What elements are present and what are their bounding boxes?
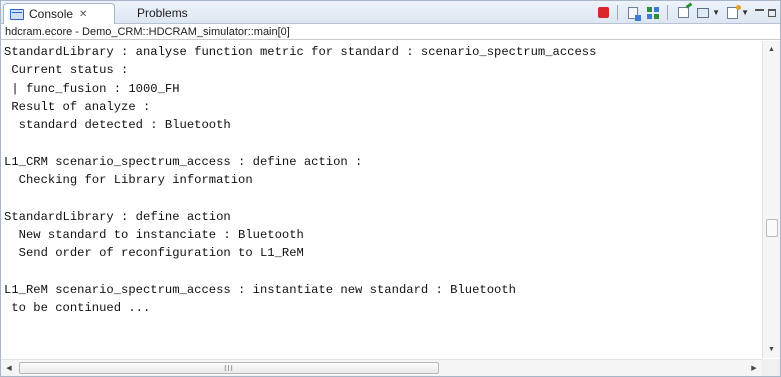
pin-console-icon (677, 7, 689, 18)
remove-all-terminated-icon (647, 6, 660, 19)
console-line: | func_fusion : 1000_FH (4, 81, 180, 96)
console-line: to be continued ... (4, 301, 151, 316)
remove-launch-icon (628, 6, 642, 21)
console-line: Result of analyze : (4, 99, 151, 114)
close-icon[interactable]: ✕ (79, 9, 87, 20)
open-console-button[interactable] (724, 4, 741, 21)
terminate-icon (597, 7, 609, 18)
console-line: Send order of reconfiguration to L1_ReM (4, 246, 304, 261)
scroll-down-arrow-icon[interactable]: ▼ (763, 341, 780, 358)
tab-problems-label: Problems (137, 6, 188, 20)
console-line: Checking for Library information (4, 173, 253, 188)
toolbar-separator (667, 5, 669, 20)
console-line: L1_CRM scenario_spectrum_access : define… (4, 154, 363, 169)
horizontal-scrollbar[interactable]: ◀ III ▶ (1, 359, 762, 376)
tab-problems[interactable]: Problems (123, 3, 201, 23)
remove-launch-button[interactable] (625, 5, 642, 21)
remove-all-terminated-button[interactable] (645, 5, 661, 21)
chevron-down-icon[interactable]: ▼ (741, 8, 749, 17)
console-line: StandardLibrary : define action (4, 209, 231, 224)
vertical-scrollbar[interactable]: ▲ ▼ (762, 41, 780, 358)
console-line: New standard to instanciate : Bluetooth (4, 227, 304, 242)
tab-console[interactable]: Console ✕ (3, 3, 115, 24)
scrollbar-corner (762, 359, 780, 376)
console-icon (10, 8, 24, 20)
console-line: L1_ReM scenario_spectrum_access : instan… (4, 282, 516, 297)
horizontal-scroll-thumb[interactable]: III (19, 362, 439, 374)
console-path: hdcram.ecore - Demo_CRM::HDCRAM_simulato… (1, 24, 780, 40)
maximize-icon[interactable] (768, 8, 776, 17)
tab-console-label: Console (29, 7, 74, 21)
console-output[interactable]: StandardLibrary : analyse function metri… (1, 41, 761, 358)
minimize-icon[interactable] (755, 8, 764, 11)
console-toolbar: ▼ ▼ (591, 4, 776, 21)
pin-console-button[interactable] (675, 5, 691, 21)
vertical-scroll-thumb[interactable] (766, 219, 778, 237)
scroll-right-arrow-icon[interactable]: ▶ (746, 360, 762, 376)
console-line: Current status : (4, 63, 129, 78)
toolbar-separator (617, 5, 619, 20)
scroll-left-arrow-icon[interactable]: ◀ (1, 360, 17, 376)
console-line: standard detected : Bluetooth (4, 118, 231, 133)
display-selected-console-button[interactable] (695, 5, 711, 21)
display-selected-console-icon (697, 7, 710, 18)
terminate-button[interactable] (595, 5, 611, 21)
open-console-icon (726, 4, 741, 19)
view-tab-bar: Console ✕ Problems ▼ ▼ (1, 1, 780, 24)
chevron-down-icon[interactable]: ▼ (712, 8, 720, 17)
scroll-up-arrow-icon[interactable]: ▲ (763, 41, 780, 58)
console-line: StandardLibrary : analyse function metri… (4, 45, 597, 59)
console-view: Console ✕ Problems ▼ ▼ hdcram.ecore - De… (0, 0, 781, 377)
